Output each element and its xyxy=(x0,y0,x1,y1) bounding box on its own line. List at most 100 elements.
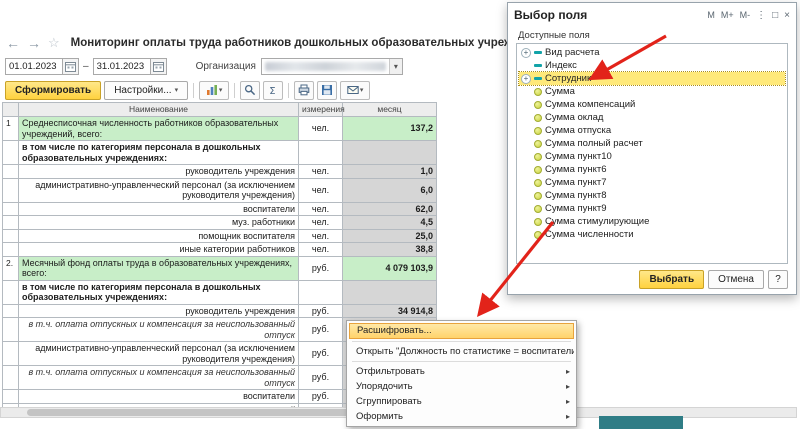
close-icon[interactable]: × xyxy=(784,10,790,21)
row-name[interactable]: воспитатели xyxy=(19,390,299,404)
context-menu-item[interactable]: Открыть "Должность по статистике = воспи… xyxy=(349,344,574,359)
row-value[interactable]: 62,0 xyxy=(343,202,437,216)
field-tree-item[interactable]: + Сотрудник xyxy=(519,72,785,85)
select-button[interactable]: Выбрать xyxy=(639,270,704,289)
row-unit[interactable]: чел. xyxy=(299,243,343,257)
row-unit[interactable]: чел. xyxy=(299,117,343,141)
context-menu-item[interactable]: Расшифровать... ▸ xyxy=(349,323,574,339)
field-tree-item[interactable]: Сумма xyxy=(519,85,785,98)
maximize-icon[interactable]: □ xyxy=(772,10,778,21)
row-unit[interactable]: чел. xyxy=(299,165,343,179)
row-name[interactable]: муз. работники xyxy=(19,216,299,230)
context-menu-item[interactable]: Упорядочить ▸ xyxy=(349,379,574,394)
row-value[interactable]: 1,0 xyxy=(343,165,437,179)
row-unit[interactable]: руб. xyxy=(299,304,343,318)
row-number[interactable] xyxy=(3,178,19,202)
context-menu-item[interactable]: Сгруппировать ▸ xyxy=(349,394,574,409)
row-name[interactable]: административно-управленческий персонал … xyxy=(19,342,299,366)
row-name[interactable]: в том числе по категориям персонала в до… xyxy=(19,280,299,304)
totals-button[interactable]: Σ xyxy=(263,81,283,100)
field-tree-item[interactable]: Индекс xyxy=(519,59,785,72)
row-unit[interactable]: руб. xyxy=(299,366,343,390)
header-corner[interactable] xyxy=(3,103,19,117)
row-value[interactable]: 4,5 xyxy=(343,216,437,230)
row-unit[interactable] xyxy=(299,280,343,304)
find-button[interactable] xyxy=(240,81,260,100)
context-menu-item[interactable]: Оформить ▸ xyxy=(349,409,574,424)
row-number[interactable] xyxy=(3,202,19,216)
row-number[interactable] xyxy=(3,390,19,404)
row-number[interactable] xyxy=(3,165,19,179)
row-unit[interactable]: чел. xyxy=(299,229,343,243)
field-tree-item[interactable]: Сумма компенсаций xyxy=(519,98,785,111)
calendar-from-button[interactable] xyxy=(63,58,79,75)
period-to-input[interactable] xyxy=(93,58,151,75)
row-value[interactable]: 34 914,8 xyxy=(343,304,437,318)
row-name[interactable]: иные категории работников xyxy=(19,243,299,257)
row-number[interactable] xyxy=(3,366,19,390)
field-tree-item[interactable]: Сумма пункт9 xyxy=(519,202,785,215)
field-tree-item[interactable]: Сумма численности xyxy=(519,228,785,241)
row-name[interactable]: в том числе по категориям персонала в до… xyxy=(19,141,299,165)
back-button[interactable]: ← xyxy=(6,35,20,51)
row-number[interactable] xyxy=(3,280,19,304)
row-name[interactable]: помощник воспитателя xyxy=(19,229,299,243)
row-number[interactable] xyxy=(3,229,19,243)
row-value[interactable]: 38,8 xyxy=(343,243,437,257)
header-unit[interactable]: измерения xyxy=(299,103,343,117)
calendar-to-button[interactable] xyxy=(151,58,167,75)
header-name[interactable]: Наименование xyxy=(19,103,299,117)
cancel-button[interactable]: Отмена xyxy=(708,270,764,289)
row-value[interactable]: 137,2 xyxy=(343,117,437,141)
row-unit[interactable] xyxy=(299,141,343,165)
row-number[interactable] xyxy=(3,243,19,257)
more-icon[interactable]: ⋮ xyxy=(756,10,766,21)
send-button[interactable]: ▾ xyxy=(340,81,370,100)
scale-m-plus-button[interactable]: М+ xyxy=(721,10,734,20)
field-tree-item[interactable]: + Вид расчета xyxy=(519,46,785,59)
print-button[interactable] xyxy=(294,81,314,100)
row-name[interactable]: в т.ч. оплата отпускных и компенсация за… xyxy=(19,318,299,342)
context-menu-item[interactable]: Отфильтровать ▸ xyxy=(349,364,574,379)
field-tree-item[interactable]: Сумма отпуска xyxy=(519,124,785,137)
row-name[interactable]: руководитель учреждения xyxy=(19,165,299,179)
scale-m-button[interactable]: М xyxy=(707,10,715,20)
row-number[interactable] xyxy=(3,304,19,318)
row-value[interactable] xyxy=(343,141,437,165)
row-unit[interactable]: чел. xyxy=(299,216,343,230)
scrollbar-thumb[interactable] xyxy=(27,409,389,416)
row-number[interactable] xyxy=(3,318,19,342)
row-unit[interactable]: руб. xyxy=(299,342,343,366)
field-tree-item[interactable]: Сумма стимулирующие xyxy=(519,215,785,228)
generate-button[interactable]: Сформировать xyxy=(5,81,101,100)
settings-button[interactable]: Настройки... ▾ xyxy=(104,81,188,100)
organization-dropdown-icon[interactable]: ▾ xyxy=(389,59,402,74)
field-tree-item[interactable]: Сумма пункт8 xyxy=(519,189,785,202)
field-tree-item[interactable]: Сумма оклад xyxy=(519,111,785,124)
row-value[interactable]: 25,0 xyxy=(343,229,437,243)
header-month[interactable]: месяц xyxy=(343,103,437,117)
report-variant-button[interactable]: ▾ xyxy=(199,81,229,100)
row-name[interactable]: руководитель учреждения xyxy=(19,304,299,318)
favorite-star-icon[interactable]: ☆ xyxy=(48,35,60,51)
row-value[interactable] xyxy=(343,280,437,304)
row-name[interactable]: Месячный фонд оплаты труда в образовател… xyxy=(19,256,299,280)
row-unit[interactable]: руб. xyxy=(299,256,343,280)
row-name[interactable]: в т.ч. оплата отпускных и компенсация за… xyxy=(19,366,299,390)
field-tree-item[interactable]: Сумма полный расчет xyxy=(519,137,785,150)
row-number[interactable] xyxy=(3,342,19,366)
row-name[interactable]: воспитатели xyxy=(19,202,299,216)
expand-icon[interactable]: + xyxy=(521,74,531,84)
row-unit[interactable]: руб. xyxy=(299,318,343,342)
row-name[interactable]: Среднесписочная численность работников о… xyxy=(19,117,299,141)
row-number[interactable]: 2. xyxy=(3,256,19,280)
row-number[interactable] xyxy=(3,141,19,165)
row-number[interactable] xyxy=(3,216,19,230)
row-unit[interactable]: чел. xyxy=(299,178,343,202)
row-name[interactable]: административно-управленческий персонал … xyxy=(19,178,299,202)
row-number[interactable]: 1 xyxy=(3,117,19,141)
field-tree-item[interactable]: Сумма пункт6 xyxy=(519,163,785,176)
row-unit[interactable]: руб. xyxy=(299,390,343,404)
row-value[interactable]: 4 079 103,9 xyxy=(343,256,437,280)
forward-button[interactable]: → xyxy=(27,35,41,51)
